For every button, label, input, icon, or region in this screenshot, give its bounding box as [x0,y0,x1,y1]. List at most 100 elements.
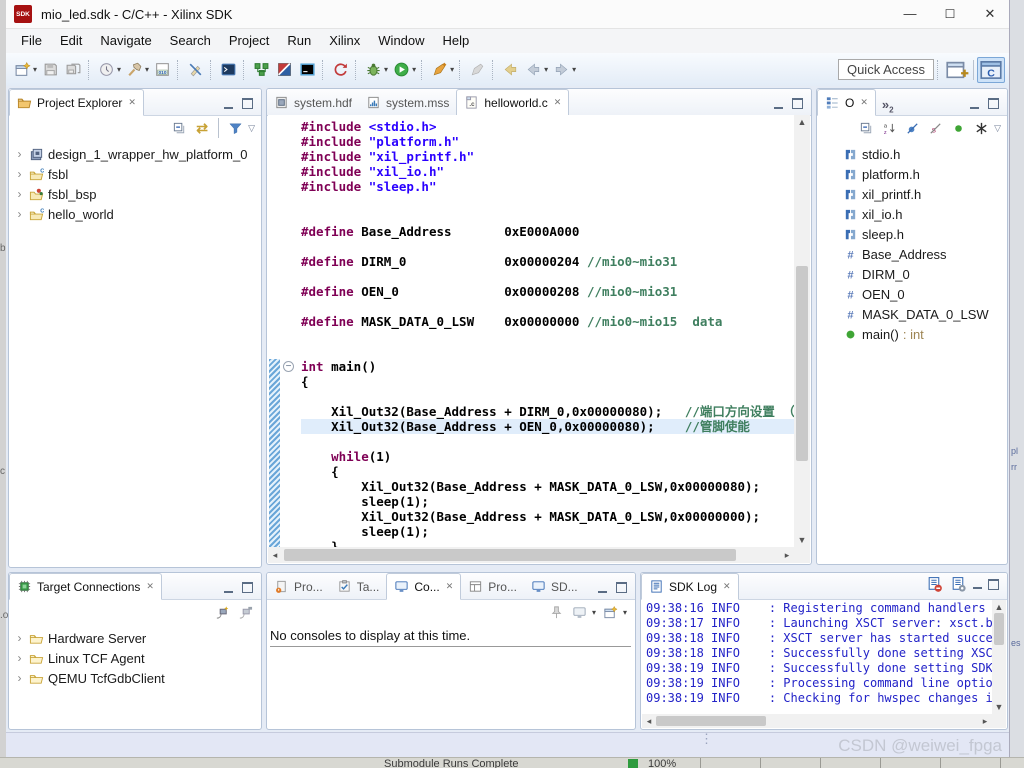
close-tab-icon[interactable]: ✕ [554,97,562,108]
outline-item-main-[interactable]: main() : int [843,324,1007,344]
tree-item-linux-tcf-agent[interactable]: › Linux TCF Agent [9,648,261,668]
code-editor[interactable]: #include <stdio.h> #include "platform.h" #… [268,115,794,547]
maximize-editor-icon[interactable] [792,98,803,109]
hide-inactive-icon[interactable] [971,118,991,138]
tree-item-fsbl-bsp[interactable]: › fsbl_bsp [9,184,261,204]
build-dropdown-icon[interactable]: ▾ [145,65,149,74]
editor-tab-system-mss[interactable]: system.mss [359,90,456,115]
maximize-view-icon[interactable] [242,582,253,593]
menu-window[interactable]: Window [369,29,433,53]
scroll-up-icon[interactable]: ▲ [992,600,1006,614]
view-menu-icon[interactable]: ▽ [248,123,255,134]
sort-icon[interactable]: az [879,118,899,138]
view-menu-icon[interactable]: ▽ [994,123,1001,134]
hide-non-public-icon[interactable] [948,118,968,138]
binary-utility-icon[interactable]: 010 [151,58,174,82]
new-icon[interactable] [11,58,34,82]
display-console-icon[interactable] [570,602,590,622]
cpp-perspective-icon[interactable]: C [977,56,1005,83]
hide-static-members-icon[interactable]: s [925,118,945,138]
close-view-icon[interactable]: ✕ [860,97,868,108]
menu-edit[interactable]: Edit [51,29,91,53]
maximize-view-icon[interactable] [242,98,253,109]
build-icon[interactable] [123,58,146,82]
display-console-dropdown-icon[interactable]: ▾ [592,608,596,617]
new-target-connection-icon[interactable] [212,602,232,622]
link-with-editor-icon[interactable]: ⇄ [192,118,212,138]
minimize-view-icon[interactable] [224,99,233,109]
clock-icon[interactable] [95,58,118,82]
minimize-view-icon[interactable] [973,579,982,589]
editor-vertical-scrollbar[interactable]: ▲ ▼ [794,115,810,547]
filter-icon[interactable] [225,118,245,138]
close-tab-icon[interactable]: ✕ [446,581,454,592]
open-console-icon[interactable] [601,602,621,622]
relaunch-icon[interactable] [329,58,352,82]
close-view-icon[interactable]: ✕ [723,581,731,592]
outline-item-oen-0[interactable]: # OEN_0 [843,284,1007,304]
collapse-all-icon[interactable] [856,118,876,138]
scrollbar-thumb[interactable] [796,266,808,461]
save-all-icon[interactable] [62,58,85,82]
minimize-editor-icon[interactable] [774,99,783,109]
tree-item-qemu-tcfgdbclient[interactable]: › QEMU TcfGdbClient [9,668,261,688]
tree-item-hello-world[interactable]: › Chello_world [9,204,261,224]
console-tab-pro-[interactable]: Pro... [267,574,330,599]
forward-icon[interactable] [550,58,573,82]
collapse-all-icon[interactable] [169,118,189,138]
menu-navigate[interactable]: Navigate [91,29,160,53]
menu-run[interactable]: Run [278,29,320,53]
hide-fields-icon[interactable] [902,118,922,138]
console-tab-pro-[interactable]: Pro... [461,574,524,599]
menu-search[interactable]: Search [161,29,220,53]
menu-project[interactable]: Project [220,29,278,53]
scroll-right-icon[interactable]: ▸ [978,714,992,728]
mark-occurrences-icon[interactable] [184,58,207,82]
program-fpga-icon[interactable] [273,58,296,82]
menu-help[interactable]: Help [434,29,479,53]
tree-item-hardware-server[interactable]: › Hardware Server [9,628,261,648]
new-dropdown-icon[interactable]: ▾ [33,65,37,74]
create-boot-image-icon[interactable] [250,58,273,82]
minimize-view-icon[interactable] [598,583,607,593]
maximize-window-icon[interactable]: ☐ [930,0,970,28]
open-console-dropdown-icon[interactable]: ▾ [623,608,627,617]
scroll-left-icon[interactable]: ◂ [642,714,656,728]
maximize-view-icon[interactable] [988,98,999,109]
scrollbar-thumb[interactable] [994,613,1004,645]
close-view-icon[interactable]: ✕ [146,581,154,592]
scroll-down-icon[interactable]: ▼ [992,700,1006,714]
scroll-right-icon[interactable]: ▸ [780,547,794,563]
tab-outline[interactable]: O ✕ [817,89,876,116]
scrollbar-thumb[interactable] [656,716,766,726]
scrollbar-thumb[interactable] [284,549,736,561]
tab-sdk-log[interactable]: SDK Log ✕ [641,573,739,600]
outline-item-mask-data-0-lsw[interactable]: # MASK_DATA_0_LSW [843,304,1007,324]
statusbar-handle[interactable]: ⋮ [700,732,713,745]
debug-icon[interactable] [362,58,385,82]
editor-tab-system-hdf[interactable]: system.hdf [267,90,359,115]
outline-item-dirm-0[interactable]: # DIRM_0 [843,264,1007,284]
outline-item-stdio-h[interactable]: stdio.h [843,144,1007,164]
maximize-view-icon[interactable] [988,578,999,590]
clock-dropdown-icon[interactable]: ▾ [117,65,121,74]
editor-horizontal-scrollbar[interactable]: ◂ ▸ [268,547,794,563]
outline-item-base-address[interactable]: # Base_Address [843,244,1007,264]
console-tab-sd-[interactable]: SD... [524,574,585,599]
editor-tab-helloworld-c[interactable]: .c helloworld.c ✕ [456,89,570,116]
minimize-window-icon[interactable]: — [890,0,930,28]
outline-item-xil-printf-h[interactable]: xil_printf.h [843,184,1007,204]
back-icon[interactable] [522,58,545,82]
program-flash-dropdown-icon[interactable]: ▾ [450,65,454,74]
console-tab-ta-[interactable]: Ta... [330,574,387,599]
run-dropdown-icon[interactable]: ▾ [412,65,416,74]
view-stack-overflow-tab[interactable]: »2 [876,97,900,115]
minimize-view-icon[interactable] [970,99,979,109]
quick-access-button[interactable]: Quick Access [837,59,934,80]
xsct-console-icon[interactable] [296,58,319,82]
menu-xilinx[interactable]: Xilinx [320,29,369,53]
fold-collapse-icon[interactable]: − [283,361,294,372]
tree-item-design-1-wrapper-hw-platform-0[interactable]: › design_1_wrapper_hw_platform_0 [9,144,261,164]
log-settings-icon[interactable] [949,575,967,593]
tree-item-fsbl[interactable]: › Cfsbl [9,164,261,184]
